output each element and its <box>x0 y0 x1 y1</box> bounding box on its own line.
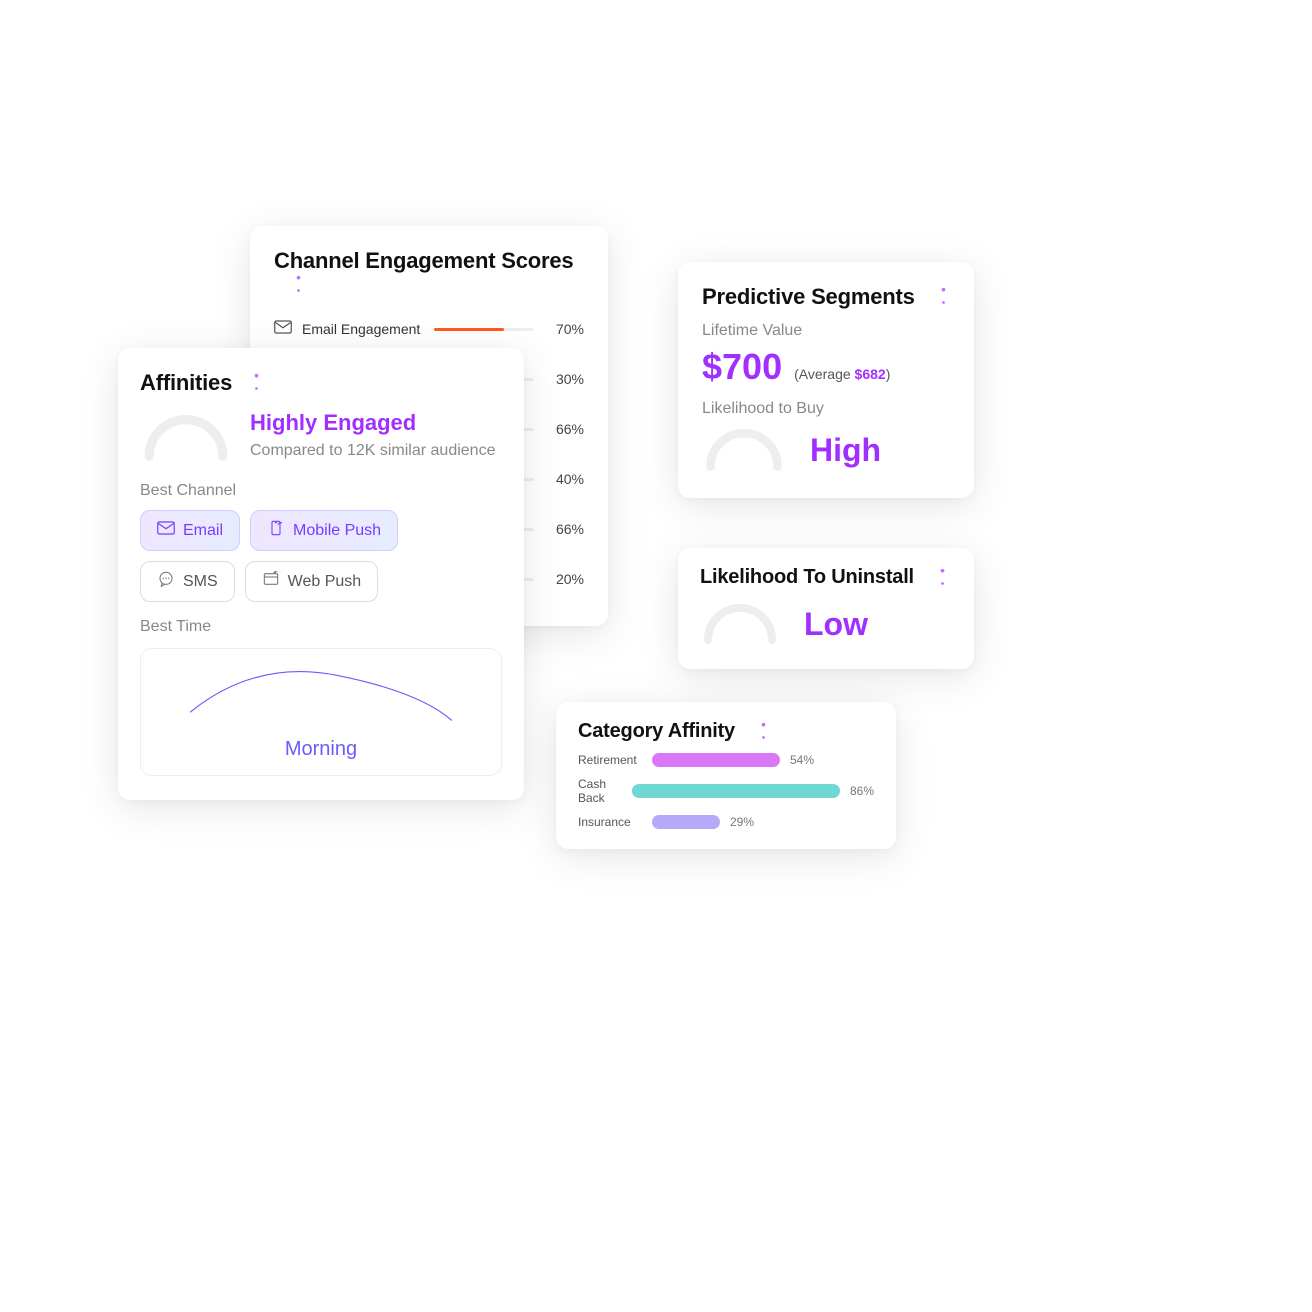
category-bar <box>652 753 780 767</box>
progress-track <box>434 328 534 331</box>
chip-email[interactable]: Email <box>140 510 240 551</box>
chip-label: Web Push <box>288 573 362 591</box>
row-label: Email Engagement <box>302 321 420 337</box>
sparkle-icon <box>926 567 948 589</box>
uninstall-gauge-icon <box>700 599 780 649</box>
sparkle-icon <box>240 372 262 394</box>
ltb-gauge-icon <box>702 424 786 476</box>
uninstall-level: Low <box>804 606 868 643</box>
ltb-level: High <box>810 432 881 469</box>
category-label: Cash Back <box>578 777 622 805</box>
chip-label: Mobile Push <box>293 522 381 540</box>
engagement-level: Highly Engaged <box>250 410 495 436</box>
sparkle-icon <box>747 721 769 743</box>
category-label: Retirement <box>578 753 642 767</box>
row-pct: 20% <box>544 571 584 587</box>
category-affinity-card: Category Affinity Retirement 54% Cash Back… <box>556 702 896 849</box>
engagement-gauge-icon <box>140 410 232 466</box>
affinities-card: Affinities Highly Engaged Compared to 12… <box>118 348 524 800</box>
ltv-label: Lifetime Value <box>702 322 950 340</box>
chip-sms[interactable]: SMS <box>140 561 235 602</box>
card-header: Likelihood To Uninstall <box>700 566 952 589</box>
category-pct: 86% <box>850 784 874 798</box>
progress-fill <box>434 328 504 331</box>
engagement-subtext: Compared to 12K similar audience <box>250 442 495 460</box>
category-row: Insurance 29% <box>578 815 874 829</box>
row-pct: 66% <box>544 521 584 537</box>
category-bar <box>632 784 840 798</box>
category-row: Cash Back 86% <box>578 777 874 805</box>
card-title: Channel Engagement Scores <box>274 248 573 274</box>
card-header: Predictive Segments <box>702 284 950 310</box>
chip-mobile-push[interactable]: Mobile Push <box>250 510 398 551</box>
category-pct: 29% <box>730 815 754 829</box>
card-title: Category Affinity <box>578 720 735 743</box>
category-pct: 54% <box>790 753 814 767</box>
card-title: Affinities <box>140 370 232 396</box>
best-channel-label: Best Channel <box>140 482 502 500</box>
sms-icon <box>157 571 175 592</box>
web-push-icon <box>262 571 280 592</box>
chip-label: Email <box>183 522 223 540</box>
mobile-push-icon <box>267 520 285 541</box>
email-icon <box>274 320 292 339</box>
card-header: Category Affinity <box>578 720 874 743</box>
ltb-label: Likelihood to Buy <box>702 400 950 418</box>
card-header: Affinities <box>140 370 502 396</box>
best-time-label: Best Time <box>140 618 502 636</box>
card-header: Channel Engagement Scores <box>274 248 584 296</box>
sparkle-icon <box>282 274 304 296</box>
card-title: Likelihood To Uninstall <box>700 566 914 589</box>
email-icon <box>157 520 175 541</box>
row-pct: 70% <box>544 321 584 337</box>
best-time-chart: Morning <box>140 648 502 776</box>
predictive-segments-card: Predictive Segments Lifetime Value $700 … <box>678 262 974 498</box>
best-time-value: Morning <box>141 738 501 761</box>
category-row: Retirement 54% <box>578 753 874 767</box>
category-label: Insurance <box>578 815 642 829</box>
chip-web-push[interactable]: Web Push <box>245 561 379 602</box>
ltv-value: $700 <box>702 346 782 388</box>
row-pct: 40% <box>544 471 584 487</box>
category-bar <box>652 815 720 829</box>
card-title: Predictive Segments <box>702 284 915 310</box>
row-pct: 30% <box>544 371 584 387</box>
sparkle-icon <box>927 286 949 308</box>
row-pct: 66% <box>544 421 584 437</box>
ltv-average: (Average $682) <box>794 366 890 382</box>
chip-label: SMS <box>183 573 218 591</box>
uninstall-card: Likelihood To Uninstall Low <box>678 548 974 669</box>
